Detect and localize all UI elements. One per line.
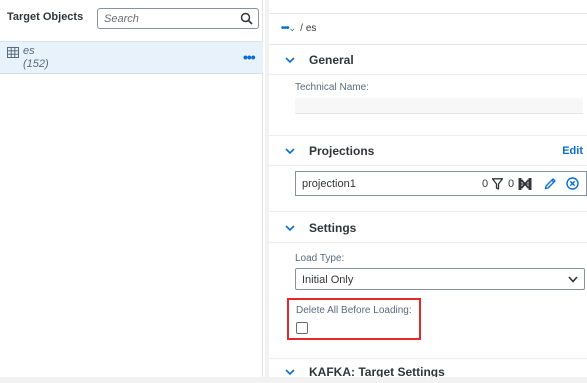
breadcrumb-divider <box>269 44 587 45</box>
object-details-panel: •••⌄ / es General Technical Name: Projecti… <box>265 0 587 383</box>
chevron-down-icon[interactable] <box>285 56 295 64</box>
technical-name-label: Technical Name: <box>295 82 369 93</box>
bottom-strip <box>0 377 587 383</box>
edit-projections-link[interactable]: Edit <box>562 145 583 157</box>
breadcrumb-separator: / <box>300 23 303 34</box>
section-title-settings: Settings <box>309 221 357 235</box>
section-projections-header[interactable]: Projections Edit <box>269 138 587 166</box>
breadcrumb: •••⌄ / es <box>281 23 316 34</box>
load-type-value: Initial Only <box>302 274 354 286</box>
breadcrumb-current: es <box>305 23 317 34</box>
list-item-es[interactable]: es (152) ••• <box>0 41 263 74</box>
delete-icon[interactable] <box>566 177 579 190</box>
section-title-general: General <box>309 53 354 67</box>
table-icon <box>7 47 19 58</box>
section-settings-header[interactable]: Settings <box>269 215 587 243</box>
chevron-down-icon[interactable] <box>285 147 295 155</box>
chevron-down-icon[interactable] <box>285 368 295 376</box>
chevron-down-icon[interactable] <box>285 224 295 232</box>
delete-all-label: Delete All Before Loading: <box>296 305 412 316</box>
target-objects-title: Target Objects <box>7 11 84 23</box>
details-top-bar <box>269 0 587 14</box>
object-name: es <box>23 45 35 57</box>
filter-icon[interactable] <box>492 178 503 190</box>
more-options-icon[interactable]: ••• <box>243 49 256 65</box>
technical-name-field <box>295 98 583 114</box>
section-general-header[interactable]: General <box>269 47 587 75</box>
section-title-projections: Projections <box>309 144 375 158</box>
object-record-count: (152) <box>23 58 49 70</box>
mapping-count: 0 <box>508 178 515 190</box>
search-field[interactable] <box>97 8 259 29</box>
projection-name: projection1 <box>302 178 356 190</box>
section-divider <box>269 74 587 75</box>
target-objects-panel: Target Objects es (152) ••• <box>0 0 263 383</box>
section-divider <box>269 242 587 243</box>
section-divider <box>269 165 587 166</box>
search-input[interactable] <box>104 11 234 26</box>
section-divider <box>269 135 587 136</box>
load-type-label: Load Type: <box>295 253 345 264</box>
delete-all-highlight-box: Delete All Before Loading: <box>287 298 421 340</box>
target-objects-header: Target Objects <box>0 0 263 40</box>
section-divider <box>269 211 587 212</box>
search-icon[interactable] <box>240 12 253 25</box>
breadcrumb-more-icon[interactable]: ••• <box>281 23 289 34</box>
delete-all-checkbox[interactable] <box>296 322 308 334</box>
chevron-down-icon[interactable] <box>568 276 578 283</box>
filter-count: 0 <box>482 178 489 190</box>
projection-row[interactable]: projection1 0 0 <box>295 171 587 196</box>
load-type-select[interactable]: Initial Only <box>295 268 585 290</box>
mapping-icon[interactable] <box>518 177 532 191</box>
section-divider <box>269 358 587 359</box>
edit-pencil-icon[interactable] <box>544 177 557 190</box>
breadcrumb-chevron-down-icon[interactable]: ⌄ <box>289 23 297 33</box>
